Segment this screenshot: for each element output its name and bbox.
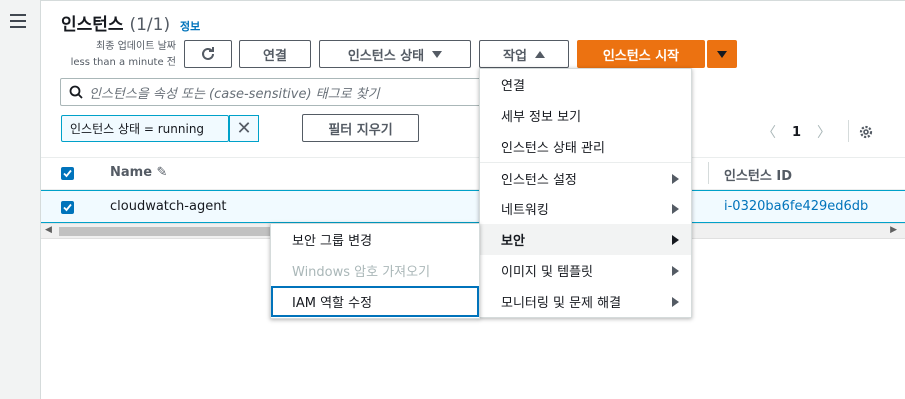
column-divider[interactable] <box>708 162 709 184</box>
refresh-icon <box>202 47 214 60</box>
chevron-right-icon <box>672 297 679 307</box>
settings-gear-icon[interactable] <box>858 124 874 144</box>
instance-state-button[interactable]: 인스턴스 상태 <box>319 40 471 68</box>
launch-dropdown-button[interactable] <box>707 40 737 68</box>
submenu-item-modify-iam-role[interactable]: IAM 역할 수정 <box>271 286 479 317</box>
check-icon <box>63 169 72 178</box>
column-header-instance-id[interactable]: 인스턴스 ID <box>724 165 792 184</box>
menu-item-instance-settings[interactable]: 인스턴스 설정 <box>480 162 691 193</box>
close-icon: ✕ <box>236 118 252 139</box>
last-updated-label: 최종 업데이트 날짜 <box>96 41 176 52</box>
remove-filter-button[interactable]: ✕ <box>229 115 259 142</box>
menu-item-label: 보안 <box>501 234 525 249</box>
scrollbar-thumb[interactable] <box>59 227 289 236</box>
select-all-checkbox[interactable] <box>61 167 74 180</box>
prev-page-icon[interactable]: 〈 <box>762 122 776 142</box>
security-submenu: 보안 그룹 변경 Windows 암호 가져오기 IAM 역할 수정 <box>270 223 480 319</box>
menu-item-connect[interactable]: 연결 <box>480 69 691 100</box>
next-page-icon[interactable]: 〉 <box>817 122 831 142</box>
launch-instance-button[interactable]: 인스턴스 시작 <box>577 40 705 68</box>
menu-item-label: 연결 <box>501 79 525 94</box>
last-updated: 최종 업데이트 날짜 less than a minute 전 <box>58 39 176 71</box>
info-link[interactable]: 정보 <box>180 20 200 33</box>
last-updated-value: less than a minute 전 <box>70 57 176 68</box>
cell-name: cloudwatch-agent <box>110 199 227 214</box>
column-header-name[interactable]: Name ✎ <box>110 165 167 180</box>
clear-filters-button[interactable]: 필터 지우기 <box>302 114 419 142</box>
cell-instance-id[interactable]: i-0320ba6fe429ed6db <box>724 199 868 214</box>
search-icon <box>69 85 83 99</box>
menu-item-label: 모니터링 및 문제 해결 <box>501 296 622 311</box>
search-placeholder: 인스턴스을 속성 또는 (case-sensitive) 태그로 찾기 <box>89 86 380 102</box>
row-checkbox[interactable] <box>61 201 74 214</box>
actions-menu: 연결 세부 정보 보기 인스턴스 상태 관리 인스턴스 설정 네트워킹 보안 이… <box>479 68 692 318</box>
actions-button[interactable]: 작업 <box>479 40 569 68</box>
menu-item-images-templates[interactable]: 이미지 및 템플릿 <box>480 255 691 286</box>
submenu-item-get-windows-password: Windows 암호 가져오기 <box>271 255 479 286</box>
caret-down-icon <box>432 50 443 58</box>
page-title: 인스턴스 (1/1) 정보 <box>61 10 200 35</box>
submenu-item-label: IAM 역할 수정 <box>292 296 373 311</box>
menu-item-label: 인스턴스 설정 <box>501 172 577 188</box>
instance-state-label: 인스턴스 상태 <box>347 48 425 64</box>
column-name-label: Name <box>110 165 153 180</box>
chevron-right-icon <box>672 174 679 184</box>
pagination: 〈 1 〉 <box>762 122 831 142</box>
menu-item-manage-state[interactable]: 인스턴스 상태 관리 <box>480 131 691 162</box>
submenu-item-label: 보안 그룹 변경 <box>292 234 373 249</box>
scroll-left-icon[interactable]: ◀ <box>45 225 52 235</box>
search-field[interactable]: 인스턴스을 속성 또는 (case-sensitive) 태그로 찾기 <box>60 78 490 106</box>
refresh-button[interactable] <box>184 40 232 68</box>
chevron-right-icon <box>672 235 679 245</box>
title-text: 인스턴스 <box>61 15 124 35</box>
connect-button[interactable]: 연결 <box>239 40 311 68</box>
menu-item-label: 세부 정보 보기 <box>501 110 582 125</box>
chevron-right-icon <box>672 204 679 214</box>
check-icon <box>63 203 72 212</box>
submenu-item-change-security-groups[interactable]: 보안 그룹 변경 <box>271 224 479 255</box>
menu-item-label: 인스턴스 상태 관리 <box>501 141 605 156</box>
caret-up-icon <box>534 50 545 58</box>
divider <box>848 120 849 142</box>
instance-count: (1/1) <box>129 15 171 35</box>
menu-item-label: 네트워킹 <box>501 203 549 218</box>
filter-token[interactable]: 인스턴스 상태 = running <box>61 115 229 142</box>
submenu-item-label: Windows 암호 가져오기 <box>292 265 431 280</box>
pencil-icon: ✎ <box>156 165 168 180</box>
scroll-right-icon[interactable]: ▶ <box>890 225 897 235</box>
menu-item-networking[interactable]: 네트워킹 <box>480 193 691 224</box>
menu-item-security[interactable]: 보안 <box>480 224 691 255</box>
chevron-right-icon <box>672 266 679 276</box>
menu-item-view-details[interactable]: 세부 정보 보기 <box>480 100 691 131</box>
caret-down-icon <box>717 50 727 58</box>
menu-icon[interactable] <box>10 14 26 32</box>
menu-item-monitor-troubleshoot[interactable]: 모니터링 및 문제 해결 <box>480 286 691 317</box>
current-page[interactable]: 1 <box>792 125 801 140</box>
actions-label: 작업 <box>503 48 527 64</box>
menu-item-label: 이미지 및 템플릿 <box>501 265 593 280</box>
